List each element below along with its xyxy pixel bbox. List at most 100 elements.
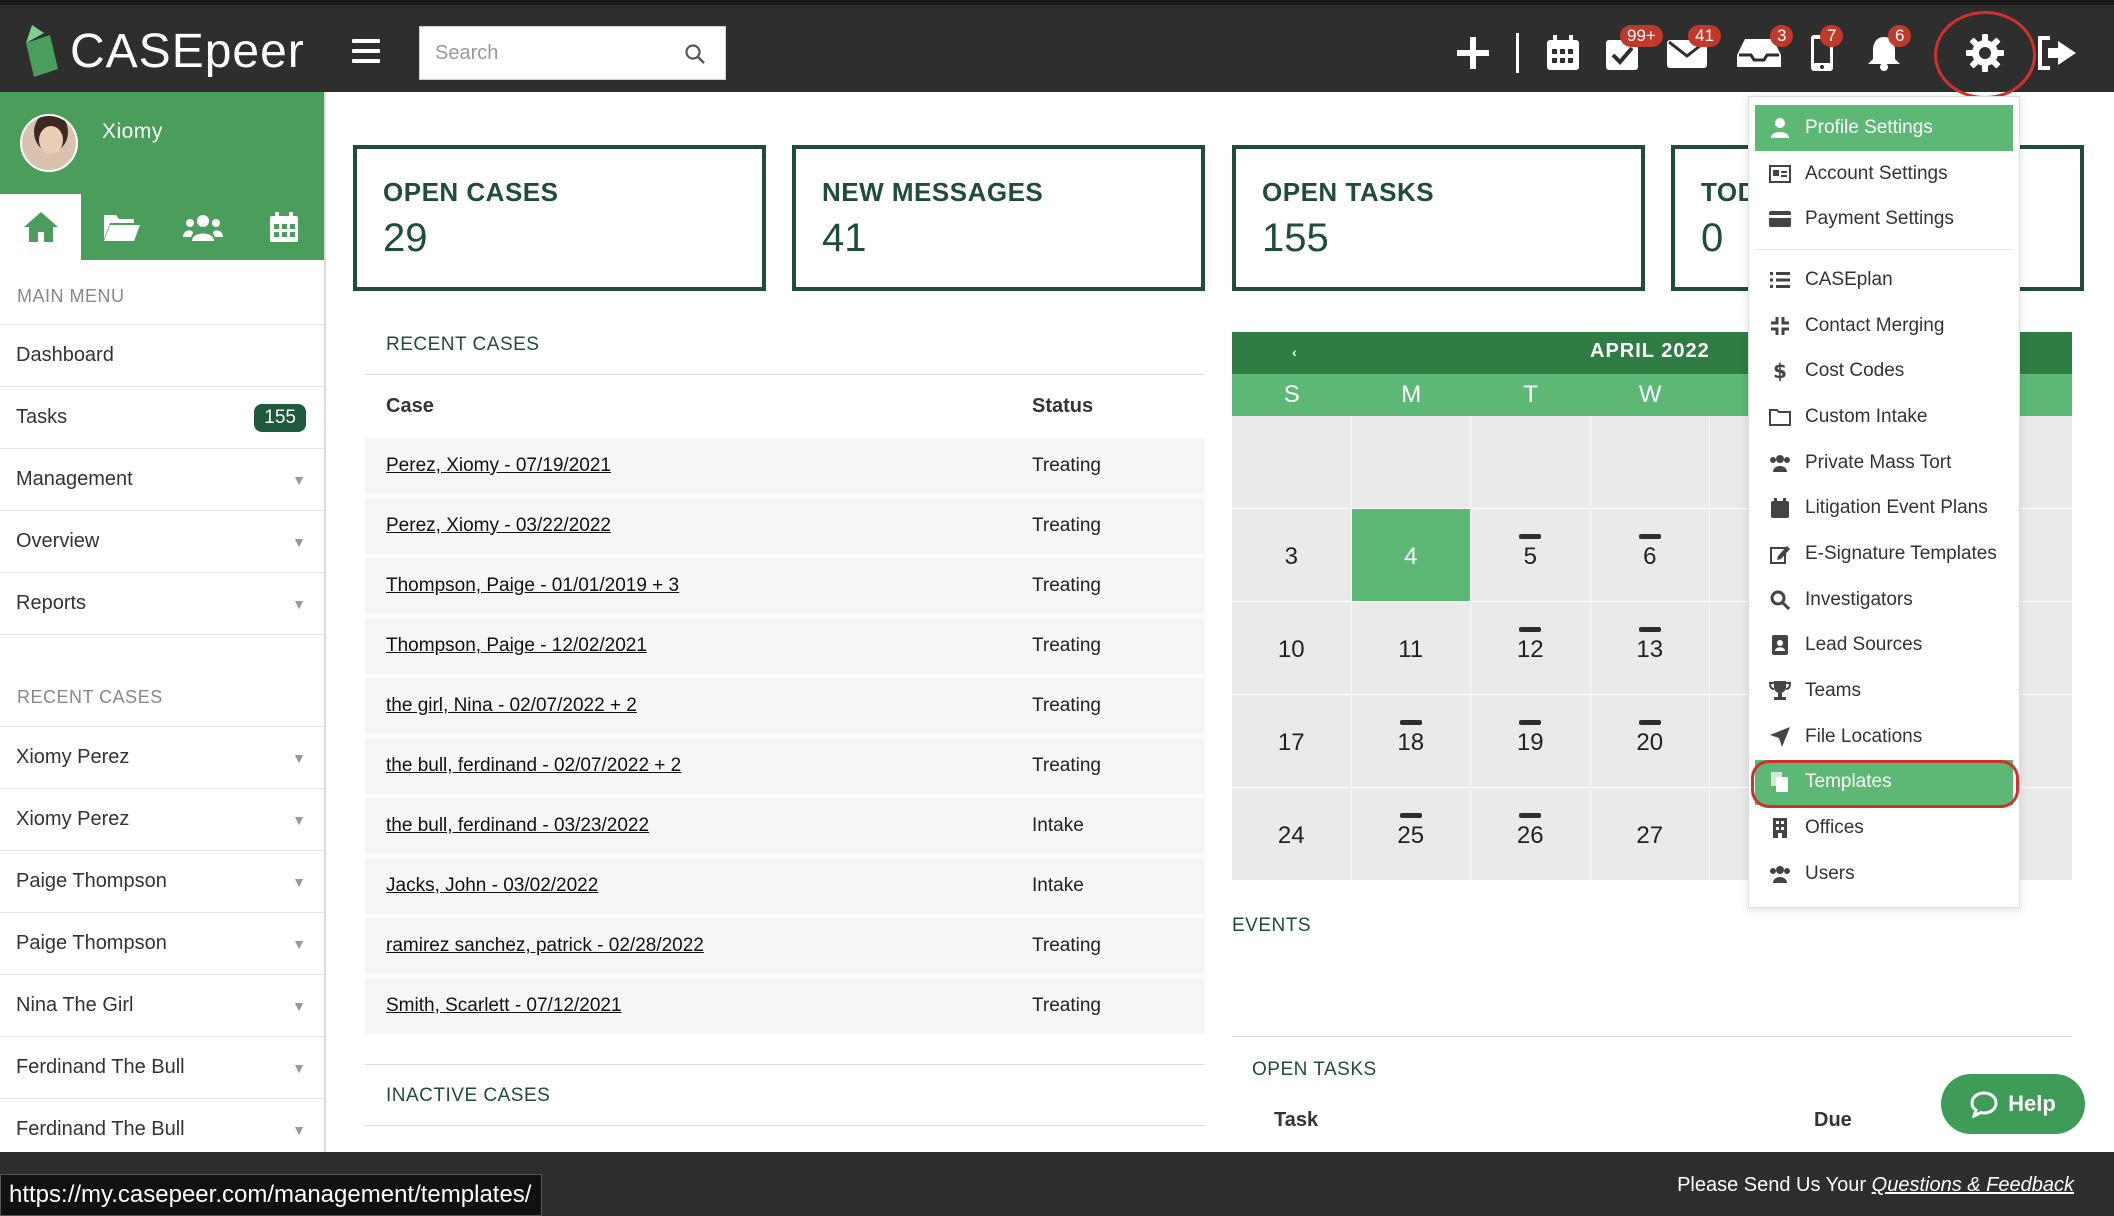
settings-menu-item-litigation-event-plans[interactable]: Litigation Event Plans [1749,486,2019,532]
tab-calendar[interactable] [243,194,324,260]
case-link[interactable]: Perez, Xiomy - 07/19/2021 [386,455,1032,477]
recent-cases-title: RECENT CASES [386,334,540,355]
tab-cases[interactable] [81,194,162,260]
calendar-day[interactable] [1591,416,1710,508]
calendar-day[interactable]: 27 [1591,788,1710,880]
menu-item-label: Lead Sources [1805,634,1923,656]
contact-book-icon [1769,634,1791,656]
settings-menu-item-offices[interactable]: Offices [1749,805,2019,851]
sidebar-recent-case[interactable]: Paige Thompson ▼ [0,913,324,975]
list-icon [1769,269,1791,291]
svg-text:$: $ [1773,360,1787,382]
sidebar-item-dashboard[interactable]: Dashboard [0,325,324,387]
settings-highlight-ring [1934,11,2036,99]
calendar-day[interactable]: 19 [1471,695,1591,787]
menu-item-label: Custom Intake [1805,405,1928,427]
settings-menu-item-teams[interactable]: Teams [1749,668,2019,714]
chevron-down-icon: ▼ [292,997,306,1014]
case-status: Treating [1032,755,1101,776]
case-link[interactable]: the bull, ferdinand - 03/23/2022 [386,815,1032,837]
case-link[interactable]: Smith, Scarlett - 07/12/2021 [386,995,1032,1017]
calendar-day[interactable]: 25 [1352,788,1471,880]
calendar-day[interactable]: 18 [1352,695,1471,787]
sidebar-item-management[interactable]: Management ▼ [0,449,324,511]
sidebar-recent-case[interactable]: Nina The Girl ▼ [0,975,324,1037]
brand-name: CASEpeer [70,24,305,78]
case-link[interactable]: the bull, ferdinand - 02/07/2022 + 2 [386,755,1032,777]
sidebar-item-tasks[interactable]: Tasks 155 [0,387,324,449]
settings-menu-item-lead-sources[interactable]: Lead Sources [1749,623,2019,669]
sidebar-recent-case[interactable]: Paige Thompson ▼ [0,851,324,913]
tab-home[interactable] [0,194,81,260]
calendar-day[interactable]: 11 [1352,602,1471,694]
calendar-day[interactable]: 20 [1591,695,1710,787]
add-icon[interactable] [1452,27,1494,79]
case-status: Intake [1032,875,1084,896]
day-number: 25 [1397,822,1425,849]
user-profile[interactable]: Xiomy [0,92,324,194]
settings-menu-item-caseplan[interactable]: CASEplan [1749,257,2019,303]
settings-menu-item-investigators[interactable]: Investigators [1749,577,2019,623]
open-cases-card[interactable]: OPEN CASES 29 [353,145,766,291]
settings-menu-item-profile-settings[interactable]: Profile Settings [1755,105,2013,151]
calendar-day[interactable]: 24 [1232,788,1352,880]
settings-menu-item-file-locations[interactable]: File Locations [1749,714,2019,760]
settings-menu-item-cost-codes[interactable]: $ Cost Codes [1749,348,2019,394]
case-link[interactable]: ramirez sanchez, patrick - 02/28/2022 [386,935,1032,957]
sidebar-item-overview[interactable]: Overview ▼ [0,511,324,573]
table-row: the bull, ferdinand - 03/23/2022 Intake [365,798,1205,854]
settings-menu-item-users[interactable]: Users [1749,851,2019,897]
calendar-day[interactable]: 5 [1471,509,1591,601]
events-title: EVENTS [1232,915,1312,936]
settings-menu-item-payment-settings[interactable]: Payment Settings [1749,196,2019,242]
case-link[interactable]: Jacks, John - 03/02/2022 [386,875,1032,897]
sidebar-item-reports[interactable]: Reports ▼ [0,573,324,635]
calendar-day-today[interactable]: 4 [1351,509,1471,601]
case-status: Treating [1032,695,1101,716]
calendar-icon[interactable] [1542,27,1584,79]
calendar-day[interactable]: 3 [1232,509,1352,601]
settings-menu-item-custom-intake[interactable]: Custom Intake [1749,394,2019,440]
day-number: 17 [1277,729,1305,756]
calendar-day[interactable] [1471,416,1591,508]
logout-icon[interactable] [2034,27,2082,79]
search-icon[interactable] [683,42,707,66]
open-tasks-card[interactable]: OPEN TASKS 155 [1232,145,1645,291]
search-input[interactable] [420,27,670,79]
case-link[interactable]: Perez, Xiomy - 03/22/2022 [386,515,1032,537]
calendar-day[interactable]: 13 [1591,602,1710,694]
edit-icon [1769,543,1791,565]
inbox-tray-icon[interactable]: 3 [1736,25,1794,79]
help-button[interactable]: Help [1941,1074,2085,1134]
tab-contacts[interactable] [162,194,243,260]
new-messages-card[interactable]: NEW MESSAGES 41 [792,145,1205,291]
case-link[interactable]: the girl, Nina - 02/07/2022 + 2 [386,695,1032,717]
sidebar-recent-case[interactable]: Ferdinand The Bull ▼ [0,1037,324,1099]
calendar-day[interactable]: 6 [1591,509,1710,601]
sidebar-recent-case[interactable]: Xiomy Perez ▼ [0,727,324,789]
inactive-cases-panel: INACTIVE CASES [365,1064,1205,1126]
hamburger-menu-icon[interactable] [352,39,380,63]
case-link[interactable]: Thompson, Paige - 12/02/2021 [386,635,1032,657]
notifications-bell-icon[interactable]: 6 [1864,25,1912,79]
sidebar-recent-case[interactable]: Xiomy Perez ▼ [0,789,324,851]
settings-menu-item-account-settings[interactable]: Account Settings [1749,151,2019,197]
search-box [419,26,726,80]
calendar-day[interactable] [1352,416,1471,508]
feedback-link[interactable]: Questions & Feedback [1872,1174,2074,1196]
casepeer-logo[interactable]: CASEpeer [22,21,305,81]
case-link[interactable]: Thompson, Paige - 01/01/2019 + 3 [386,575,1032,597]
calendar-day[interactable]: 10 [1232,602,1352,694]
calendar-day[interactable]: 17 [1232,695,1352,787]
mobile-phone-icon[interactable]: 7 [1804,25,1844,79]
calendar-day[interactable]: 26 [1471,788,1591,880]
tasks-check-icon[interactable]: 99+ [1600,25,1663,79]
settings-menu-item-contact-merging[interactable]: Contact Merging [1749,303,2019,349]
settings-menu-item-e-signature-templates[interactable]: E-Signature Templates [1749,531,2019,577]
chevron-down-icon: ▼ [292,533,306,550]
settings-menu-item-private-mass-tort[interactable]: Private Mass Tort [1749,440,2019,486]
calendar-day[interactable]: 12 [1471,602,1591,694]
calendar-prev-icon[interactable]: ‹ [1292,344,1297,360]
messages-envelope-icon[interactable]: 41 [1664,25,1721,79]
calendar-day[interactable] [1232,416,1352,508]
